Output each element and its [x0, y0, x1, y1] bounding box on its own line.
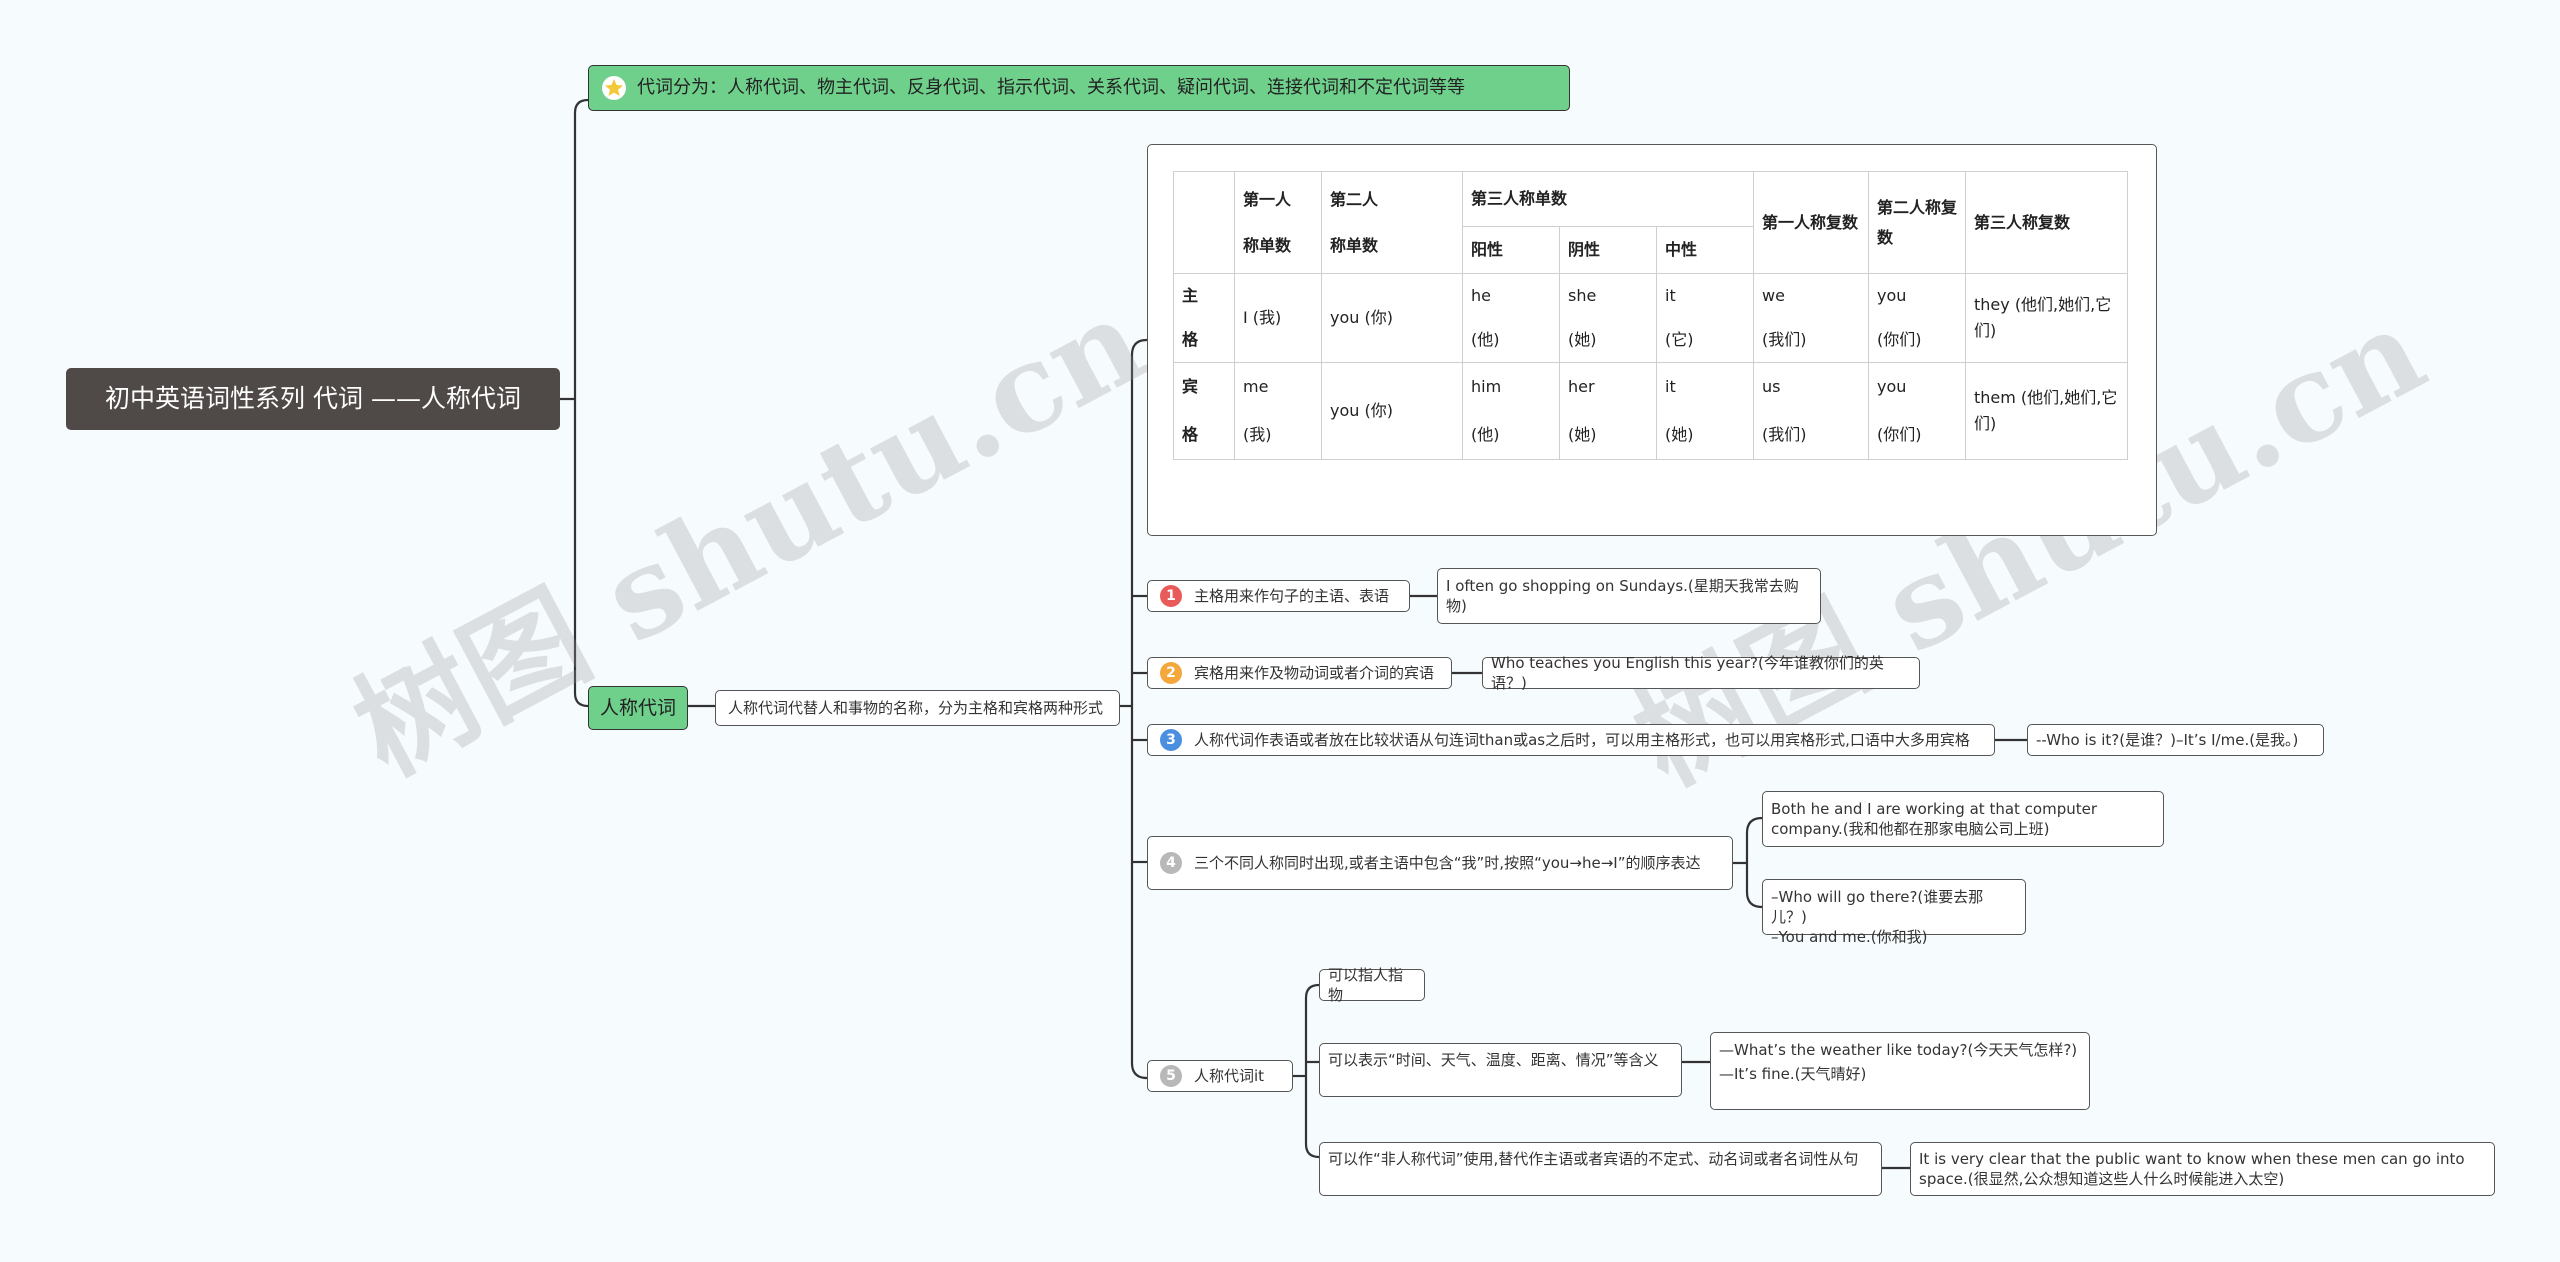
rule-1-node[interactable]: 1 主格用来作句子的主语、表语 [1147, 580, 1410, 612]
header-neuter: 中性 [1656, 226, 1754, 274]
rule-1-example[interactable]: I often go shopping on Sundays.(星期天我常去购物… [1437, 568, 1821, 624]
top-note-text: 代词分为：人称代词、物主代词、反身代词、指示代词、关系代词、疑问代词、连接代词和… [637, 77, 1465, 98]
rule-5-node[interactable]: 5 人称代词it [1147, 1060, 1293, 1092]
pronoun-table-node[interactable]: 第一人 称单数 第二人 称单数 第三人称单数 第一人称复数 第二人称复数 第三人称复… [1147, 144, 2157, 536]
rule-2-node[interactable]: 2 宾格用来作及物动词或者介词的宾语 [1147, 657, 1452, 689]
table-cell: it (它) [1656, 273, 1754, 363]
table-cell: she (她) [1559, 273, 1657, 363]
table-cell: you (你) [1321, 362, 1463, 460]
table-cell: you (你们) [1868, 273, 1966, 363]
rule-2-example[interactable]: Who teaches you English this year?(今年谁教你… [1482, 654, 1920, 692]
rule-text: 人称代词作表语或者放在比较状语从句连词than或as之后时，可以用主格形式，也可… [1194, 731, 1970, 749]
table-cell: he (他) [1462, 273, 1560, 363]
table-cell: them (他们,她们,它们) [1965, 362, 2128, 460]
header-feminine: 阴性 [1559, 226, 1657, 274]
header-masculine: 阳性 [1462, 226, 1560, 274]
number-2-icon: 2 [1160, 662, 1182, 684]
it-use-text: 可以表示“时间、天气、温度、距离、情况”等含义 [1328, 1051, 1659, 1069]
header-second-plural: 第二人称复数 [1868, 171, 1966, 274]
table-corner-cell [1173, 171, 1235, 274]
number-4-icon: 4 [1160, 852, 1182, 874]
example-line: —What’s the weather like today?(今天天气怎样?) [1719, 1041, 2078, 1059]
example-line: –Who will go there?(谁要去那儿？) [1771, 888, 1984, 926]
it-use-text: 可以指人指物 [1328, 966, 1404, 1004]
branch-desc-node[interactable]: 人称代词代替人和事物的名称，分为主格和宾格两种形式 [715, 690, 1120, 726]
number-1-icon: 1 [1160, 585, 1182, 607]
it-use-c-node[interactable]: 可以作“非人称代词”使用,替代作主语或者宾语的不定式、动名词或者名词性从句 [1319, 1142, 1882, 1196]
it-use-text: 可以作“非人称代词”使用,替代作主语或者宾语的不定式、动名词或者名词性从句 [1328, 1150, 1859, 1168]
top-note-node[interactable]: 代词分为：人称代词、物主代词、反身代词、指示代词、关系代词、疑问代词、连接代词和… [588, 65, 1570, 111]
table-cell: they (他们,她们,它们) [1965, 273, 2128, 363]
example-text: Both he and I are working at that comput… [1771, 800, 2098, 838]
branch-personal-pronoun[interactable]: 人称代词 [588, 686, 688, 730]
table-cell: we (我们) [1753, 273, 1869, 363]
table-cell: it (她) [1656, 362, 1754, 460]
it-use-c-example[interactable]: It is very clear that the public want to… [1910, 1142, 2495, 1196]
rule-text: 宾格用来作及物动词或者介词的宾语 [1194, 664, 1435, 682]
branch-label: 人称代词 [599, 697, 676, 719]
row-label-subjective: 主格 [1173, 273, 1235, 363]
table-cell: me (我) [1234, 362, 1322, 460]
rule-3-example[interactable]: --Who is it?(是谁？)–It’s I/me.(是我。) [2027, 724, 2324, 756]
header-first-plural: 第一人称复数 [1753, 171, 1869, 274]
pronoun-table: 第一人 称单数 第二人 称单数 第三人称单数 第一人称复数 第二人称复数 第三人称复… [1173, 171, 2128, 460]
rule-text: 主格用来作句子的主语、表语 [1194, 587, 1390, 605]
example-text: I often go shopping on Sundays.(星期天我常去购物… [1446, 577, 1799, 615]
example-line: –You and me.(你和我) [1771, 928, 1928, 946]
rule-4-example-a[interactable]: Both he and I are working at that comput… [1762, 791, 2164, 847]
it-use-a-node[interactable]: 可以指人指物 [1319, 966, 1425, 1004]
number-3-icon: 3 [1160, 729, 1182, 751]
example-line: —It’s fine.(天气晴好) [1719, 1065, 1867, 1083]
root-title: 初中英语词性系列 代词 ——人称代词 [105, 384, 521, 413]
header-second-single: 第二人 称单数 [1321, 171, 1463, 274]
table-row: 主格 I (我) you (你) he (他) she (她) it (它) we (我… [1173, 273, 2128, 363]
branch-desc: 人称代词代替人和事物的名称，分为主格和宾格两种形式 [728, 699, 1104, 717]
table-cell: you (你) [1321, 273, 1463, 363]
rule-text: 人称代词it [1194, 1067, 1265, 1085]
table-cell: her (她) [1559, 362, 1657, 460]
table-cell: you (你们) [1868, 362, 1966, 460]
root-topic[interactable]: 初中英语词性系列 代词 ——人称代词 [66, 368, 560, 430]
table-cell: him (他) [1462, 362, 1560, 460]
rule-text: 三个不同人称同时出现,或者主语中包含“我”时,按照“you→he→I”的顺序表达 [1194, 854, 1701, 872]
rule-4-example-b[interactable]: –Who will go there?(谁要去那儿？) –You and me.… [1762, 879, 2026, 946]
table-cell: I (我) [1234, 273, 1322, 363]
example-text: --Who is it?(是谁？)–It’s I/me.(是我。) [2036, 731, 2299, 749]
number-5-icon: 5 [1160, 1065, 1182, 1087]
header-first-single: 第一人 称单数 [1234, 171, 1322, 274]
example-text: It is very clear that the public want to… [1919, 1150, 2465, 1188]
rule-3-node[interactable]: 3 人称代词作表语或者放在比较状语从句连词than或as之后时，可以用主格形式，… [1147, 724, 1995, 756]
table-row: 宾格 me (我) you (你) him (他) her (她) it (她) us(… [1173, 362, 2128, 460]
it-use-b-node[interactable]: 可以表示“时间、天气、温度、距离、情况”等含义 [1319, 1043, 1682, 1097]
example-text: Who teaches you English this year?(今年谁教你… [1491, 654, 1884, 692]
header-third-plural: 第三人称复数 [1965, 171, 2128, 274]
row-label-objective: 宾格 [1173, 362, 1235, 460]
table-cell: us (我们) [1753, 362, 1869, 460]
star-icon [601, 75, 627, 101]
rule-4-node[interactable]: 4 三个不同人称同时出现,或者主语中包含“我”时,按照“you→he→I”的顺序… [1147, 836, 1733, 890]
it-use-b-example[interactable]: —What’s the weather like today?(今天天气怎样?)… [1710, 1032, 2090, 1110]
header-third-single: 第三人称单数 [1462, 171, 1754, 227]
